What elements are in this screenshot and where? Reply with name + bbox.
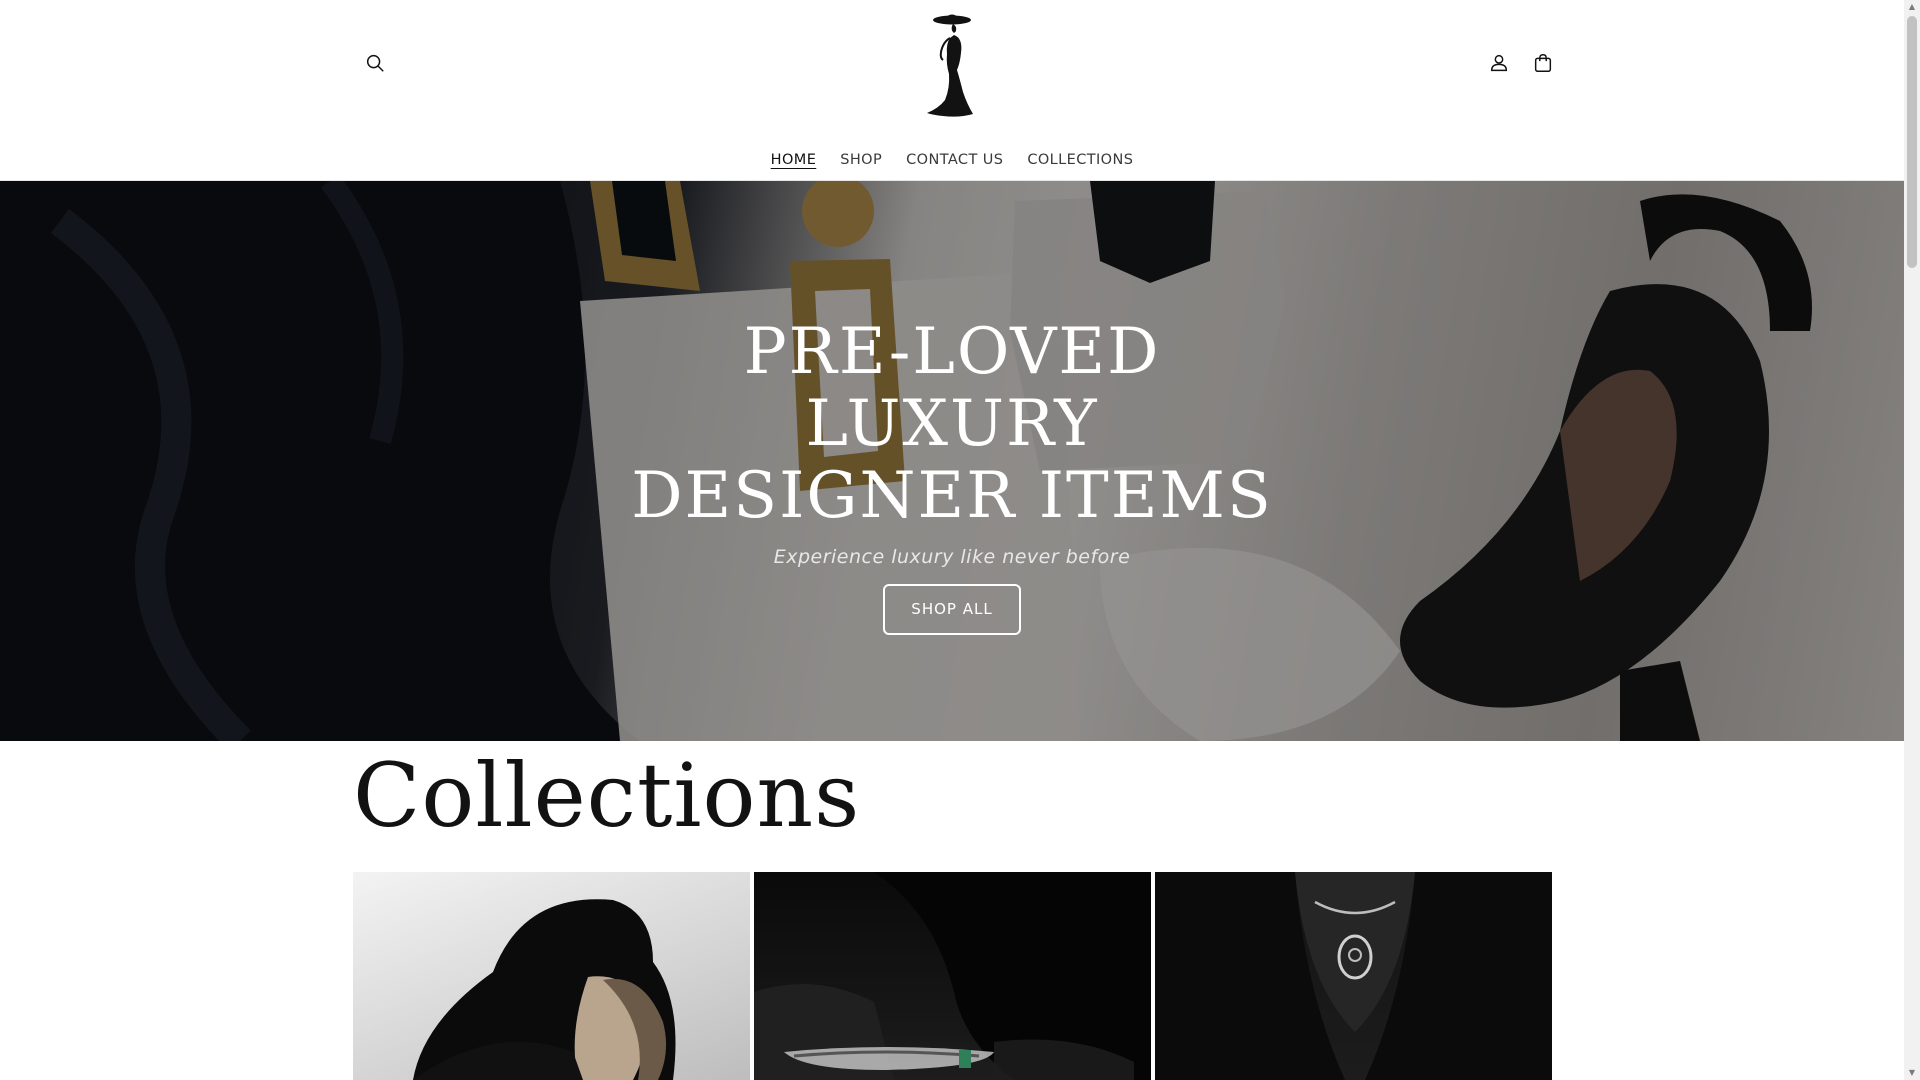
nav-shop[interactable]: SHOP xyxy=(828,146,894,174)
site-header: HOME SHOP CONTACT US COLLECTIONS xyxy=(0,0,1904,181)
cart-button[interactable] xyxy=(1521,41,1565,85)
hero-subtitle: Experience luxury like never before xyxy=(773,546,1131,568)
hero-title-line-1: PRE-LOVED xyxy=(743,315,1161,389)
scroll-down-arrow-icon: ▼ xyxy=(1908,1068,1916,1077)
collection-card-1[interactable] xyxy=(353,872,750,1080)
hero-content: PRE-LOVED LUXURY DESIGNER ITEMS Experien… xyxy=(552,316,1352,635)
nav-contact-us[interactable]: CONTACT US xyxy=(894,146,1015,174)
scroll-up-arrow-icon: ▲ xyxy=(1908,2,1916,11)
hero-title: PRE-LOVED LUXURY DESIGNER ITEMS xyxy=(552,316,1352,532)
hero-title-line-2: LUXURY xyxy=(805,387,1099,461)
header-row xyxy=(0,0,1904,126)
scrollbar-thumb[interactable] xyxy=(1907,16,1917,268)
collection-card-3[interactable] xyxy=(1155,872,1552,1080)
scroll-down-button[interactable]: ▼ xyxy=(1904,1066,1920,1080)
collections-heading: Collections xyxy=(353,744,861,847)
collection-image-bracelet xyxy=(754,872,1151,1080)
search-icon xyxy=(366,54,384,72)
main-navigation: HOME SHOP CONTACT US COLLECTIONS xyxy=(0,140,1904,180)
search-button[interactable] xyxy=(353,41,397,85)
hero-title-line-3: DESIGNER ITEMS xyxy=(631,459,1273,533)
hero-banner: PRE-LOVED LUXURY DESIGNER ITEMS Experien… xyxy=(0,181,1905,741)
shop-all-button[interactable]: SHOP ALL xyxy=(883,584,1021,635)
collection-card-2[interactable] xyxy=(754,872,1151,1080)
woman-silhouette-logo xyxy=(927,14,973,117)
account-icon xyxy=(1490,54,1508,72)
collection-image-necklace xyxy=(1155,872,1552,1080)
account-button[interactable] xyxy=(1477,41,1521,85)
cart-icon xyxy=(1534,54,1552,72)
collection-image-hat xyxy=(413,899,676,1080)
store-logo[interactable] xyxy=(913,8,989,120)
nav-home[interactable]: HOME xyxy=(759,146,829,174)
scroll-up-button[interactable]: ▲ xyxy=(1904,0,1920,14)
nav-collections[interactable]: COLLECTIONS xyxy=(1015,146,1145,174)
